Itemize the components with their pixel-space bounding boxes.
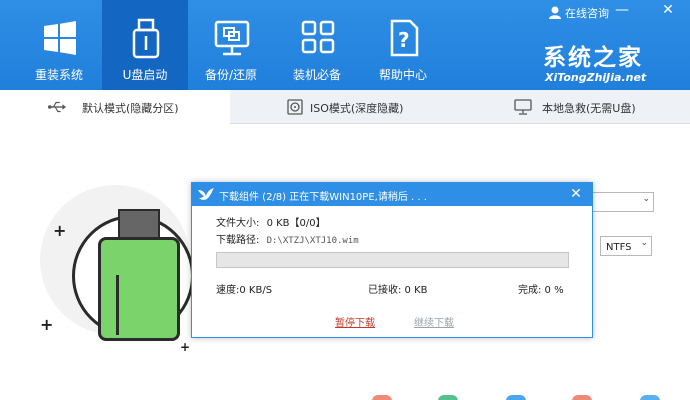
nav-label: U盘启动: [122, 68, 168, 82]
sparkle-plus-icon: +: [180, 340, 191, 354]
file-size-row: 文件大小: 0 KB【0/0】: [216, 214, 326, 229]
nav-usb-boot[interactable]: U盘启动: [102, 0, 188, 90]
nav-reinstall-system[interactable]: 重装系统: [16, 0, 102, 90]
computer-icon: [514, 99, 532, 115]
nav-help-center[interactable]: ? 帮助中心: [360, 0, 446, 90]
download-path-value: D:\XTZJ\XTJ10.wim: [266, 236, 359, 246]
action-icon-partial: [506, 395, 526, 400]
usb-symbol-icon: [48, 101, 66, 113]
file-size-label: 文件大小:: [216, 218, 260, 229]
completion-percent: 完成: 0 %: [518, 285, 564, 296]
tab-label: ISO模式(深度隐藏): [310, 102, 404, 115]
backup-restore-icon: [214, 20, 250, 56]
action-icon-partial: [572, 395, 592, 400]
usb-drive-illustration: [98, 237, 180, 341]
action-icon-partial: [438, 395, 458, 400]
format-select[interactable]: NTFS ⌄: [600, 236, 652, 256]
mode-tabs: 默认模式(隐藏分区) ISO模式(深度隐藏) 本地急救(无需U盘): [0, 90, 690, 125]
brand-logo-text: 系统之家: [543, 44, 643, 71]
sparkle-plus-icon: +: [53, 221, 67, 240]
online-consult-label: 在线咨询: [565, 7, 609, 20]
usb-highlight-line: [116, 275, 119, 335]
dialog-title-bar: 下载组件 (2/8) 正在下载WIN10PE,请稍后 . . . ✕: [192, 183, 592, 206]
svg-text:?: ?: [398, 28, 410, 52]
action-icon-partial: [640, 395, 660, 400]
chevron-down-icon: ⌄: [642, 194, 650, 204]
user-support-icon: [549, 6, 561, 19]
tab-iso-mode[interactable]: ISO模式(深度隐藏): [230, 90, 460, 124]
sparkle-plus-icon: +: [40, 315, 54, 334]
windows-logo-icon: [44, 21, 76, 55]
disc-icon: [287, 99, 303, 115]
usb-connector-illustration: [118, 209, 160, 239]
tab-label: 本地急救(无需U盘): [542, 102, 636, 115]
action-icon-partial: [372, 395, 392, 400]
nav-label: 装机必备: [292, 68, 341, 82]
file-size-value: 0 KB【0/0】: [266, 218, 326, 229]
tab-local-rescue[interactable]: 本地急救(无需U盘): [460, 90, 690, 124]
pause-download-link[interactable]: 暂停下载: [335, 314, 375, 329]
download-path-row: 下载路径: D:\XTZJ\XTJ10.wim: [216, 231, 359, 246]
device-select[interactable]: ⌄: [585, 192, 654, 212]
nav-backup-restore[interactable]: 备份/还原: [188, 0, 274, 90]
tab-default-mode[interactable]: 默认模式(隐藏分区): [0, 90, 230, 125]
nav-essentials[interactable]: 装机必备: [274, 0, 360, 90]
dialog-close-button[interactable]: ✕: [568, 185, 584, 203]
received-amount: 已接收: 0 KB: [368, 285, 428, 296]
download-progress-bar: [216, 252, 569, 268]
app-window: 重装系统 U盘启动 备份/还原 装机必备 ? 帮助中心 在线咨询 — ✕ 系统之…: [0, 0, 690, 400]
download-path-label: 下载路径:: [216, 235, 260, 246]
nav-label: 备份/还原: [204, 68, 258, 82]
download-speed: 速度:0 KB/S: [216, 285, 273, 296]
bird-logo-icon: [198, 188, 214, 200]
close-window-button[interactable]: ✕: [660, 2, 676, 18]
usb-drive-icon: [132, 18, 160, 59]
help-document-icon: ?: [390, 19, 419, 57]
chevron-down-icon: ⌄: [640, 238, 648, 248]
apps-grid-icon: [301, 20, 335, 54]
brand-url: XiTongZhiJia.net: [545, 71, 647, 84]
format-select-value: NTFS: [606, 242, 632, 253]
resume-download-link[interactable]: 继续下载: [414, 314, 454, 329]
header-bar: 重装系统 U盘启动 备份/还原 装机必备 ? 帮助中心 在线咨询 — ✕ 系统之…: [0, 0, 690, 90]
download-dialog: 下载组件 (2/8) 正在下载WIN10PE,请稍后 . . . ✕ 文件大小:…: [191, 182, 593, 338]
nav-label: 帮助中心: [378, 68, 427, 82]
dialog-title: 下载组件 (2/8) 正在下载WIN10PE,请稍后 . . .: [219, 192, 427, 203]
nav-label: 重装系统: [34, 68, 83, 82]
minimize-button[interactable]: —: [614, 2, 630, 18]
tab-label: 默认模式(隐藏分区): [82, 102, 179, 115]
